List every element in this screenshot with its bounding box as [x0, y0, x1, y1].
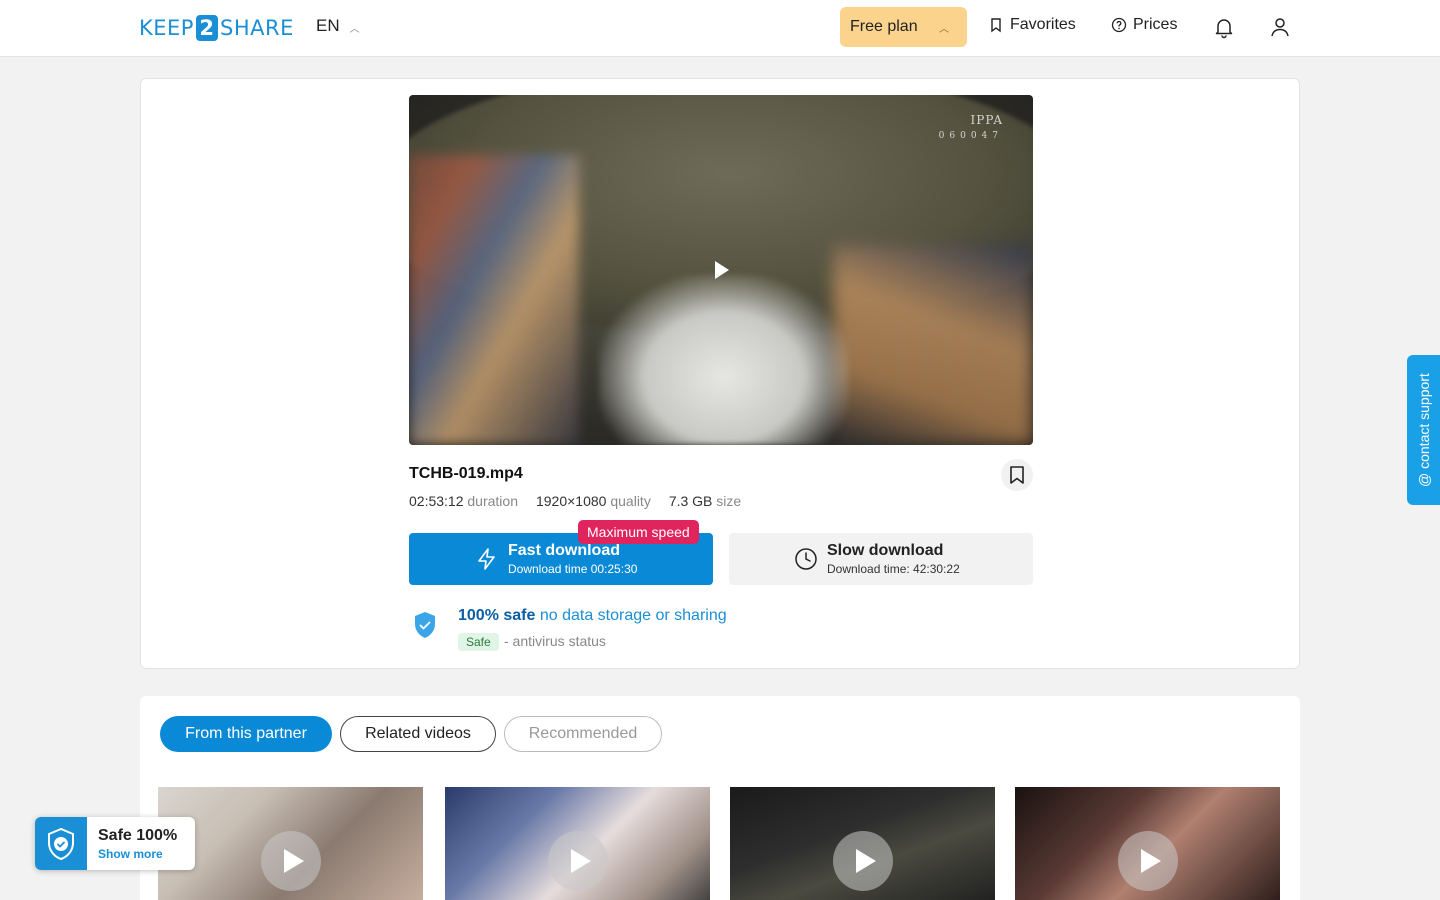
- duration-label: duration: [467, 493, 518, 509]
- quality-label: quality: [610, 493, 651, 509]
- contact-support-tab[interactable]: @ contact support: [1407, 355, 1440, 505]
- keep2share-logo[interactable]: KEEP 2 SHARE: [139, 14, 294, 42]
- fast-download-title: Fast download: [508, 542, 620, 559]
- play-icon[interactable]: [260, 831, 321, 891]
- safe-widget[interactable]: Safe 100% Show more: [35, 817, 195, 870]
- maximum-speed-badge: Maximum speed: [578, 520, 699, 544]
- favorites-label: Favorites: [1010, 16, 1076, 33]
- lightning-icon: [478, 548, 495, 570]
- safe-status-badge: Safe: [458, 633, 499, 651]
- prices-link[interactable]: Prices: [1111, 16, 1177, 34]
- shield-box: [35, 817, 87, 870]
- video-thumbnail[interactable]: [730, 787, 995, 900]
- play-icon[interactable]: [715, 261, 729, 279]
- slow-download-button[interactable]: Slow download Download time: 42:30:22: [729, 533, 1033, 585]
- video-thumbnail[interactable]: [445, 787, 710, 900]
- slow-download-title: Slow download: [827, 542, 944, 559]
- free-plan-button[interactable]: Free plan ︿: [840, 7, 967, 47]
- contact-support-label: @ contact support: [1416, 373, 1432, 487]
- size-value: 7.3 GB: [668, 493, 713, 509]
- video-scene-center: [599, 275, 849, 445]
- watermark-brand: IPPA: [970, 113, 1003, 127]
- question-circle-icon: [1111, 17, 1127, 33]
- bookmark-icon: [1010, 466, 1024, 484]
- play-icon[interactable]: [1117, 831, 1178, 891]
- video-watermark: IPPA 060047: [939, 113, 1003, 141]
- slow-download-time: Download time: 42:30:22: [827, 562, 960, 576]
- video-thumbnail[interactable]: [158, 787, 423, 900]
- safety-text: no data storage or sharing: [539, 607, 727, 624]
- chevron-up-icon: ︿: [939, 24, 949, 35]
- tab-related-videos[interactable]: Related videos: [340, 716, 496, 752]
- play-icon[interactable]: [547, 831, 608, 891]
- logo-text-left: KEEP: [139, 16, 194, 40]
- related-card: From this partner Related videos Recomme…: [140, 696, 1300, 900]
- fast-download-time: Download time 00:25:30: [508, 562, 638, 576]
- duration-info: 02:53:12 duration: [409, 493, 518, 509]
- show-more-link[interactable]: Show more: [98, 847, 163, 861]
- favorites-link[interactable]: Favorites: [988, 16, 1076, 34]
- video-scene-left: [409, 155, 579, 445]
- safety-bold: 100% safe: [458, 607, 536, 624]
- safety-statement: 100% safe no data storage or sharing: [458, 607, 727, 625]
- language-selector[interactable]: EN ︿: [316, 16, 360, 36]
- file-name: TCHB-019.mp4: [409, 465, 523, 482]
- video-thumbnail[interactable]: [1015, 787, 1280, 900]
- clock-icon: [795, 548, 817, 570]
- size-label: size: [716, 493, 742, 509]
- language-label: EN: [316, 16, 340, 35]
- shield-check-icon: [415, 612, 435, 638]
- quality-info: 1920×1080 quality: [536, 493, 651, 509]
- bookmark-button[interactable]: [1001, 459, 1033, 491]
- file-card: IPPA 060047 TCHB-019.mp4 02:53:12 durati…: [140, 78, 1300, 669]
- bell-icon[interactable]: [1212, 15, 1236, 39]
- chevron-up-icon: ︿: [349, 23, 360, 35]
- shield-check-icon: [48, 827, 74, 860]
- logo-text-mid: 2: [195, 15, 218, 41]
- top-header: KEEP 2 SHARE EN ︿ Free plan ︿ Favorites …: [0, 0, 1440, 57]
- antivirus-status-text: - antivirus status: [504, 633, 606, 649]
- prices-label: Prices: [1133, 16, 1178, 33]
- logo-text-right: SHARE: [219, 16, 294, 40]
- size-info: 7.3 GB size: [669, 493, 741, 509]
- tab-recommended[interactable]: Recommended: [504, 716, 662, 752]
- watermark-number: 060047: [938, 131, 1003, 141]
- video-scene-right: [833, 245, 1033, 445]
- bookmark-icon: [991, 18, 1001, 33]
- safe-widget-title: Safe 100%: [98, 827, 178, 844]
- file-meta: 02:53:12 duration 1920×1080 quality 7.3 …: [409, 493, 741, 509]
- plan-label: Free plan: [850, 18, 918, 35]
- video-preview[interactable]: IPPA 060047: [409, 95, 1033, 445]
- play-icon[interactable]: [832, 831, 893, 891]
- user-icon[interactable]: [1268, 15, 1292, 39]
- duration-value: 02:53:12: [409, 493, 464, 509]
- quality-value: 1920×1080: [535, 493, 607, 509]
- tab-from-this-partner[interactable]: From this partner: [160, 716, 332, 752]
